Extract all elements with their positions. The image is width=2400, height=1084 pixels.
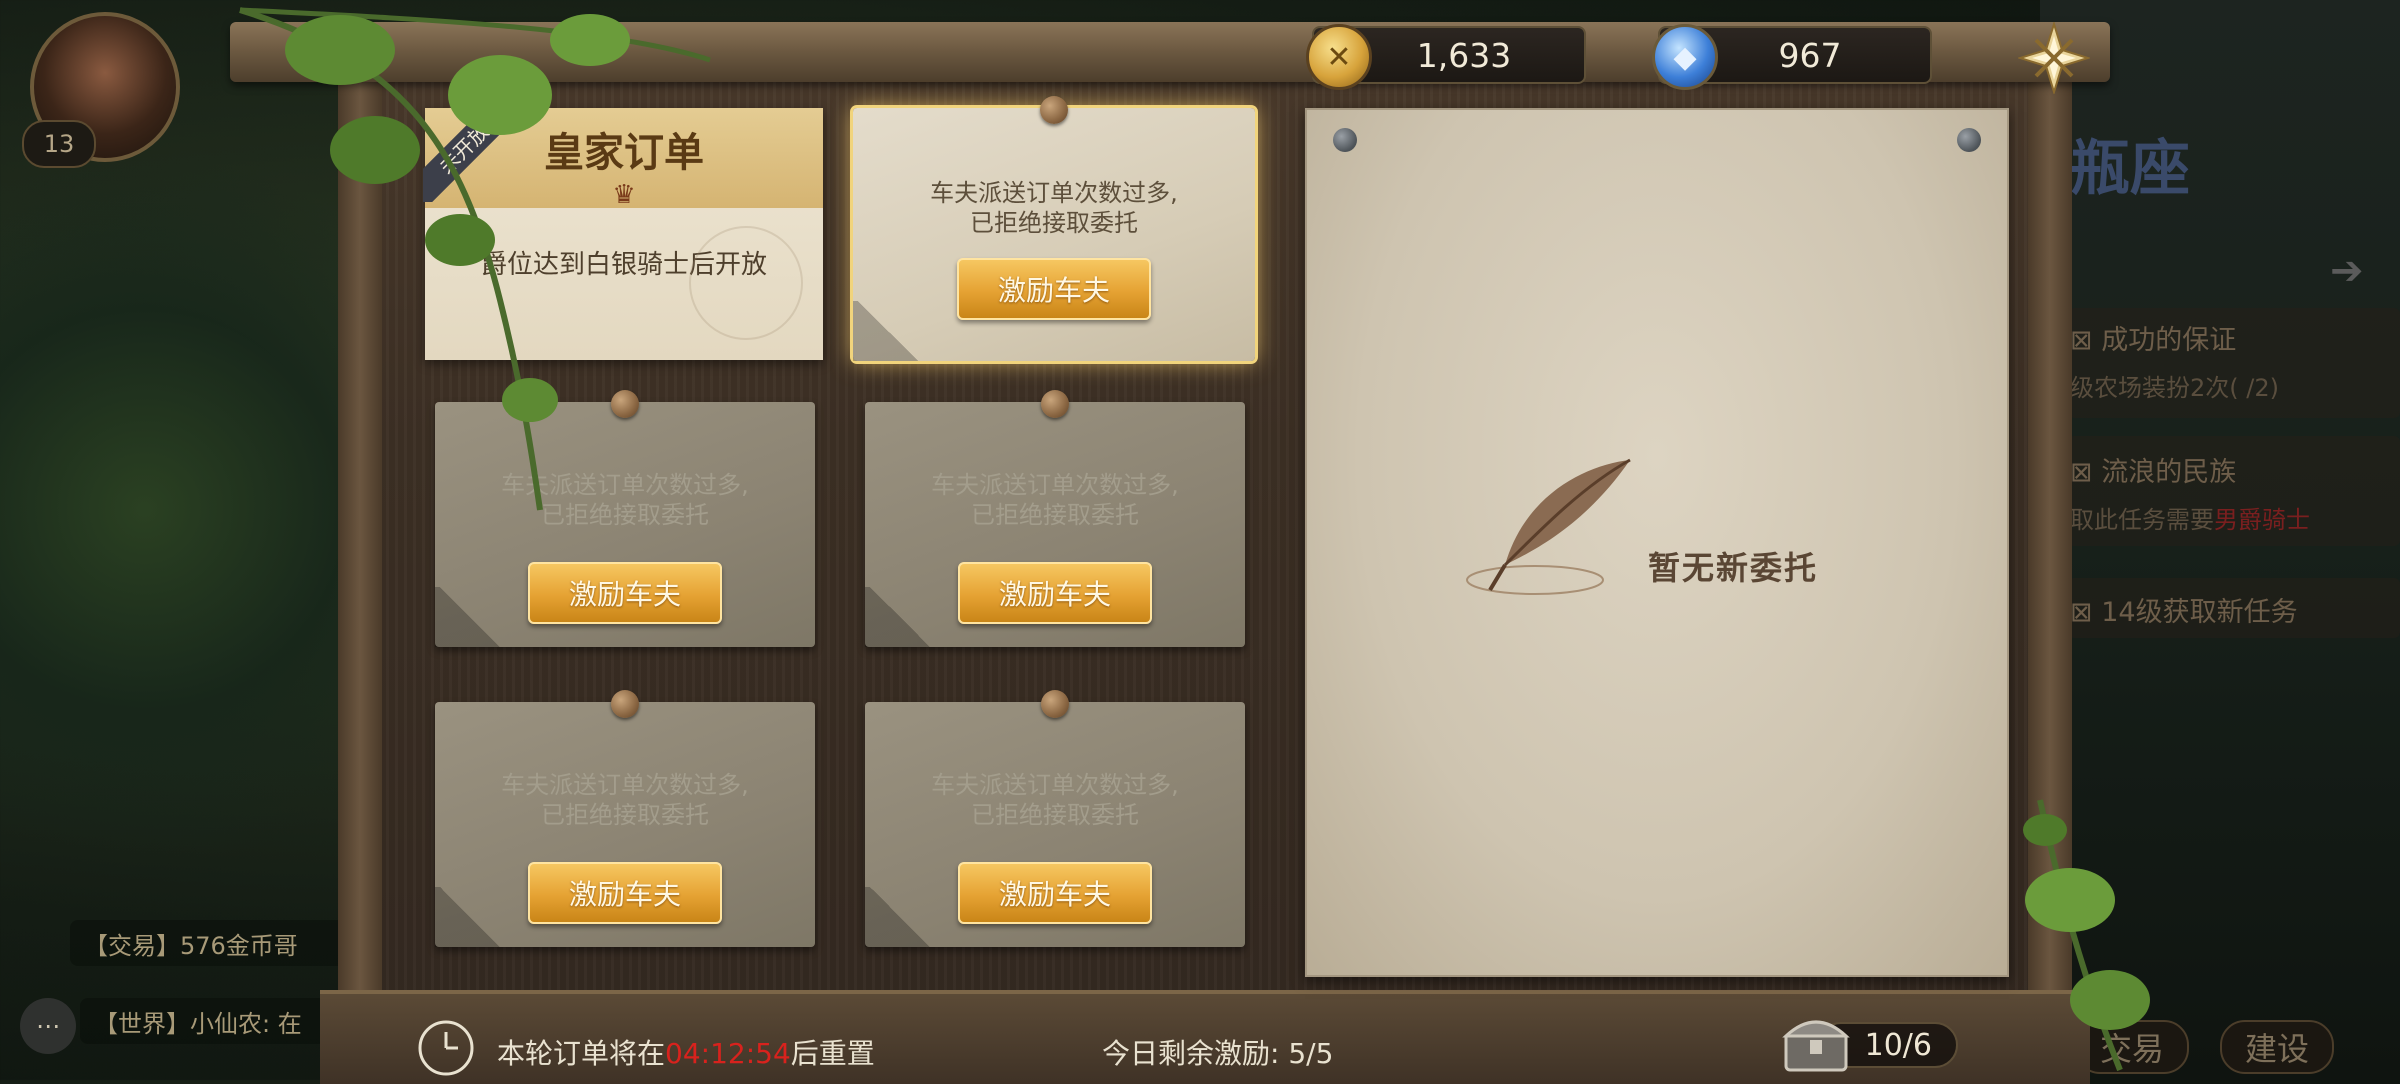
side-panel-title: 瓶座 (2070, 134, 2190, 204)
vine-decoration (2023, 799, 2150, 1072)
order-message-line2: 已拒绝接取委托 (971, 801, 1139, 829)
motivate-driver-button[interactable]: 激励车夫 (528, 862, 722, 924)
order-message-line1: 车夫派送订单次数过多, (501, 771, 749, 799)
arrow-right-icon[interactable]: ➔ (2330, 248, 2364, 294)
order-card-3[interactable]: 车夫派送订单次数过多, 已拒绝接取委托 激励车夫 (865, 390, 1245, 647)
close-icon (2018, 22, 2090, 94)
motivate-driver-button[interactable]: 激励车夫 (957, 258, 1151, 320)
remaining-label: 今日剩余激励: (1102, 1037, 1280, 1070)
reset-time: 04:12:54 (665, 1037, 791, 1070)
quest-detail-2: 取此任务需要男爵骑士 (2070, 506, 2310, 534)
card-fold (865, 587, 935, 647)
clock-icon (418, 1020, 474, 1076)
card-fold (853, 301, 923, 361)
pin-icon (1041, 390, 1069, 418)
reset-countdown: 本轮订单将在04:12:54后重置 (497, 1032, 875, 1072)
pin-icon (1040, 96, 1068, 124)
order-message: 车夫派送订单次数过多, 已拒绝接取委托 (853, 178, 1255, 238)
card-fold (435, 587, 505, 647)
treasure-chest-icon[interactable] (1780, 1012, 1852, 1074)
gold-coin-icon: ✕ (1306, 24, 1372, 90)
pin-icon (611, 690, 639, 718)
order-card-1[interactable]: 车夫派送订单次数过多, 已拒绝接取委托 激励车夫 (853, 96, 1255, 361)
pin-icon (1333, 128, 1357, 152)
build-button[interactable]: 建设 (2220, 1020, 2334, 1074)
order-message: 车夫派送订单次数过多, 已拒绝接取委托 (435, 770, 815, 830)
order-card-5[interactable]: 车夫派送订单次数过多, 已拒绝接取委托 激励车夫 (865, 690, 1245, 947)
no-order-text: 暂无新委托 (1648, 549, 1819, 587)
order-message-line1: 车夫派送订单次数过多, (930, 179, 1178, 207)
quest-detail-1: 级农场装扮2次( /2) (2070, 374, 2279, 402)
quest-name-2: ⊠ 流浪的民族 (2070, 457, 2237, 488)
gem-currency[interactable]: ◆ 967 (1652, 24, 1932, 90)
vine-decoration (239, 7, 711, 511)
pin-icon (1041, 690, 1069, 718)
motivate-driver-button[interactable]: 激励车夫 (528, 562, 722, 624)
order-message-line1: 车夫派送订单次数过多, (931, 471, 1179, 499)
order-card-4[interactable]: 车夫派送订单次数过多, 已拒绝接取委托 激励车夫 (435, 690, 815, 947)
remaining-value: 5/5 (1288, 1037, 1334, 1070)
gem-icon: ◆ (1652, 24, 1718, 90)
gold-currency[interactable]: ✕ 1,633 (1306, 24, 1586, 90)
reset-prefix: 本轮订单将在 (497, 1037, 666, 1070)
order-message-line2: 已拒绝接取委托 (971, 501, 1139, 529)
pin-icon (1957, 128, 1981, 152)
quest-name-3: ⊠ 14级获取新任务 (2070, 597, 2298, 628)
player-level-badge: 13 (22, 120, 96, 168)
quest-name-1: ⊠ 成功的保证 (2070, 325, 2237, 356)
card-fold (865, 887, 935, 947)
feather-quill-icon (1466, 458, 1631, 595)
motivate-driver-button[interactable]: 激励车夫 (958, 562, 1152, 624)
card-fold (435, 887, 505, 947)
chat-bubble-icon[interactable]: ⋯ (20, 998, 76, 1054)
motivate-driver-button[interactable]: 激励车夫 (958, 862, 1152, 924)
chat-world-line[interactable]: 【世界】小仙农: 在 (80, 998, 358, 1044)
order-message-line2: 已拒绝接取委托 (541, 801, 709, 829)
order-message-line1: 车夫派送订单次数过多, (931, 771, 1179, 799)
remaining-motivation: 今日剩余激励: 5/5 (1102, 1032, 1333, 1072)
close-button[interactable] (2018, 22, 2090, 94)
chat-trade-line[interactable]: 【交易】576金币哥 (70, 920, 358, 966)
order-message-line2: 已拒绝接取委托 (970, 209, 1138, 237)
reset-suffix: 后重置 (790, 1037, 875, 1070)
order-message: 车夫派送订单次数过多, 已拒绝接取委托 (865, 770, 1245, 830)
order-message: 车夫派送订单次数过多, 已拒绝接取委托 (865, 470, 1245, 530)
